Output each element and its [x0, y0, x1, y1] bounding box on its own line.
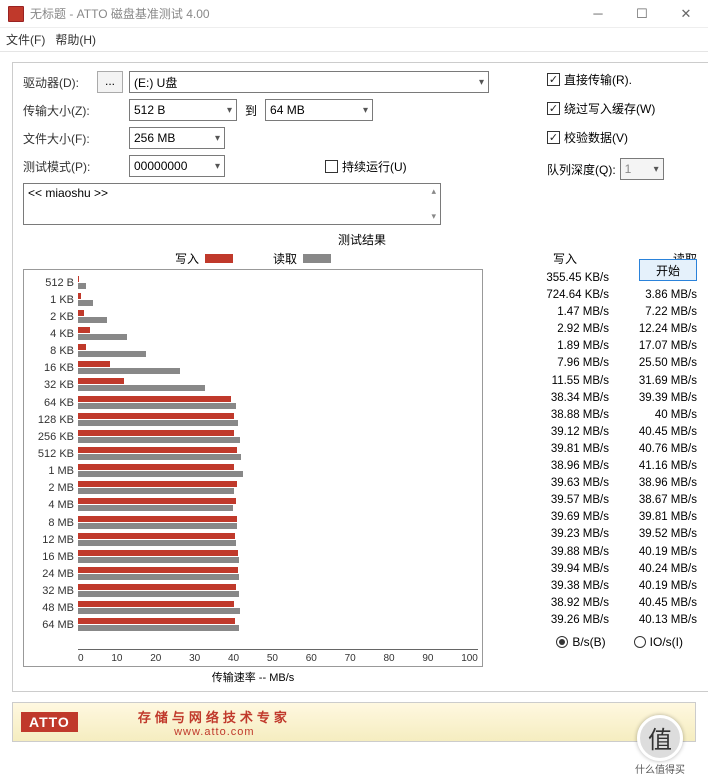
data-row: 39.94 MB/s40.24 MB/s — [497, 561, 701, 578]
scroll-up-icon[interactable]: ▴ — [431, 186, 436, 197]
data-row: 38.96 MB/s41.16 MB/s — [497, 458, 701, 475]
app-icon — [8, 6, 24, 22]
data-row: 7.96 MB/s25.50 MB/s — [497, 355, 701, 372]
direct-transfer-checkbox[interactable]: ✓直接传输(R). — [547, 71, 697, 88]
drive-label: 驱动器(D): — [23, 74, 97, 91]
chevron-down-icon: ▾ — [215, 161, 220, 172]
data-row: 39.81 MB/s40.76 MB/s — [497, 441, 701, 458]
window-title: 无标题 - ATTO 磁盘基准测试 4.00 — [30, 5, 576, 22]
data-row: 39.88 MB/s40.19 MB/s — [497, 544, 701, 561]
data-row: 11.55 MB/s31.69 MB/s — [497, 373, 701, 390]
file-size-select[interactable]: 256 MB▾ — [129, 127, 225, 149]
transfer-size-label: 传输大小(Z): — [23, 102, 97, 119]
data-row: 38.92 MB/s40.45 MB/s — [497, 595, 701, 612]
legend-write: 写入 — [175, 250, 233, 267]
watermark: 值 什么值得买 — [620, 714, 700, 776]
start-button[interactable]: 开始 — [639, 259, 697, 281]
queue-depth-select[interactable]: 1▾ — [620, 158, 664, 180]
file-size-label: 文件大小(F): — [23, 130, 97, 147]
maximize-button[interactable]: ☐ — [620, 0, 664, 28]
data-row: 39.26 MB/s40.13 MB/s — [497, 612, 701, 629]
bypass-cache-checkbox[interactable]: ✓绕过写入缓存(W) — [547, 100, 697, 117]
main-panel: 驱动器(D): ... (E:) U盘▾ 传输大小(Z): 512 B▾ 到 6… — [12, 62, 708, 692]
verify-data-checkbox[interactable]: ✓校验数据(V) — [547, 129, 697, 146]
data-row: 38.88 MB/s40 MB/s — [497, 407, 701, 424]
menu-file[interactable]: 文件(F) — [6, 31, 45, 48]
minimize-button[interactable]: ─ — [576, 0, 620, 28]
size-from-select[interactable]: 512 B▾ — [129, 99, 237, 121]
x-axis-label: 传输速率 -- MB/s — [23, 669, 483, 685]
data-row: 1.47 MB/s7.22 MB/s — [497, 304, 701, 321]
size-to-select[interactable]: 64 MB▾ — [265, 99, 373, 121]
queue-depth-label: 队列深度(Q): — [547, 161, 616, 178]
legend-read: 读取 — [273, 250, 331, 267]
size-to-label: 到 — [245, 102, 257, 119]
chevron-down-icon: ▾ — [654, 164, 659, 175]
menu-help[interactable]: 帮助(H) — [55, 31, 96, 48]
unit-ios-radio[interactable]: IO/s(I) — [634, 635, 683, 649]
test-mode-label: 测试模式(P): — [23, 158, 97, 175]
atto-logo: ATTO — [21, 712, 78, 732]
chart: 512 B1 KB2 KB4 KB8 KB16 KB32 KB64 KB128 … — [23, 269, 483, 667]
footer-banner: ATTO 存储与网络技术专家www.atto.com — [12, 702, 696, 742]
data-row: 39.38 MB/s40.19 MB/s — [497, 578, 701, 595]
data-row: 38.34 MB/s39.39 MB/s — [497, 390, 701, 407]
chevron-down-icon: ▾ — [227, 105, 232, 116]
data-row: 1.89 MB/s17.07 MB/s — [497, 338, 701, 355]
results-title: 测试结果 — [23, 231, 701, 248]
drive-select[interactable]: (E:) U盘▾ — [129, 71, 489, 93]
data-row: 39.57 MB/s38.67 MB/s — [497, 492, 701, 509]
test-mode-select[interactable]: 00000000▾ — [129, 155, 225, 177]
data-row: 724.64 KB/s3.86 MB/s — [497, 287, 701, 304]
unit-bs-radio[interactable]: B/s(B) — [556, 635, 605, 649]
data-row: 2.92 MB/s12.24 MB/s — [497, 321, 701, 338]
chevron-down-icon: ▾ — [479, 77, 484, 88]
description-box[interactable]: << miaoshu >> ▴▾ — [23, 183, 441, 225]
data-row: 39.12 MB/s40.45 MB/s — [497, 424, 701, 441]
data-row: 39.63 MB/s38.96 MB/s — [497, 475, 701, 492]
chevron-down-icon: ▾ — [363, 105, 368, 116]
scroll-down-icon[interactable]: ▾ — [431, 211, 436, 222]
browse-button[interactable]: ... — [97, 71, 123, 93]
col-write: 写入 — [497, 250, 577, 267]
data-row: 39.23 MB/s39.52 MB/s — [497, 526, 701, 543]
continuous-checkbox[interactable]: 持续运行(U) — [325, 158, 407, 175]
data-row: 39.69 MB/s39.81 MB/s — [497, 509, 701, 526]
chevron-down-icon: ▾ — [215, 133, 220, 144]
close-button[interactable]: ✕ — [664, 0, 708, 28]
